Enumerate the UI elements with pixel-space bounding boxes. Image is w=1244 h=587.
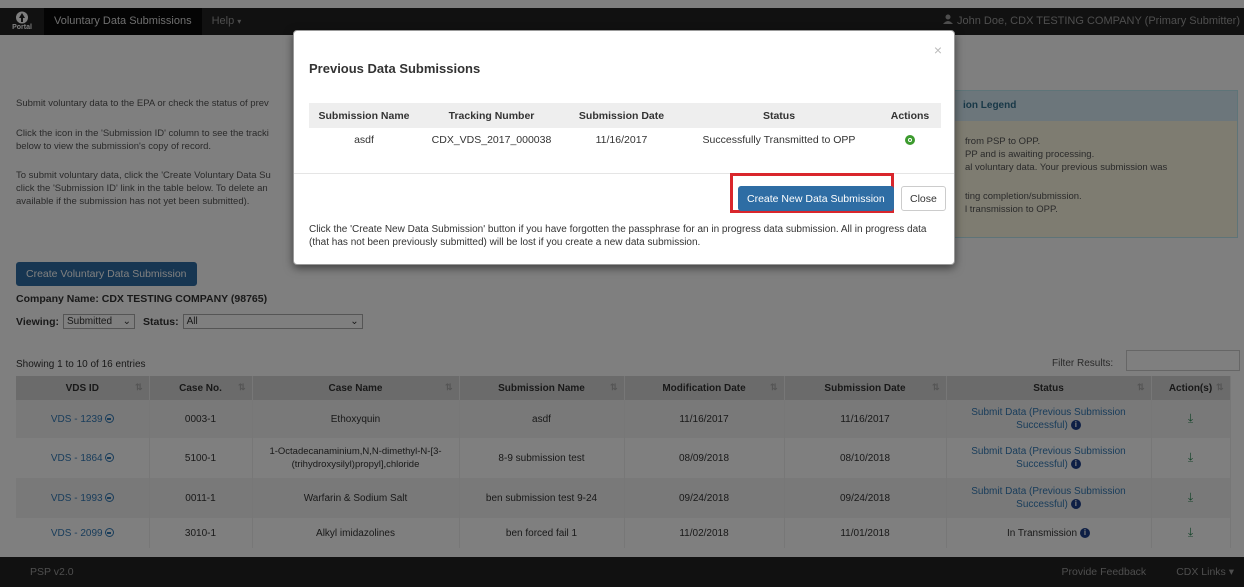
submission-name-cell: asdf xyxy=(354,134,374,146)
dialog-note: Click the 'Create New Data Submission' b… xyxy=(309,224,927,248)
close-button[interactable]: Close xyxy=(901,186,946,211)
close-icon[interactable]: × xyxy=(934,43,942,57)
column-header-status: Status xyxy=(679,103,879,128)
previous-submissions-table: Submission Name Tracking Number Submissi… xyxy=(309,103,941,152)
submission-date-cell: 11/16/2017 xyxy=(595,134,648,146)
dialog-title: Previous Data Submissions xyxy=(309,61,481,76)
column-header-actions: Actions xyxy=(879,103,941,128)
column-header-submission-name: Submission Name xyxy=(309,103,419,128)
tracking-number-cell: CDX_VDS_2017_000038 xyxy=(431,134,552,146)
column-header-submission-date: Submission Date xyxy=(564,103,679,128)
status-cell: Successfully Transmitted to OPP xyxy=(702,134,856,146)
table-header-row: Submission Name Tracking Number Submissi… xyxy=(309,103,941,128)
power-status-icon[interactable] xyxy=(905,135,915,146)
table-row: asdf CDX_VDS_2017_000038 11/16/2017 Succ… xyxy=(309,128,941,152)
create-new-data-submission-button[interactable]: Create New Data Submission xyxy=(738,186,894,211)
column-header-tracking-number: Tracking Number xyxy=(419,103,564,128)
previous-data-submissions-dialog: × Previous Data Submissions Submission N… xyxy=(293,30,955,265)
